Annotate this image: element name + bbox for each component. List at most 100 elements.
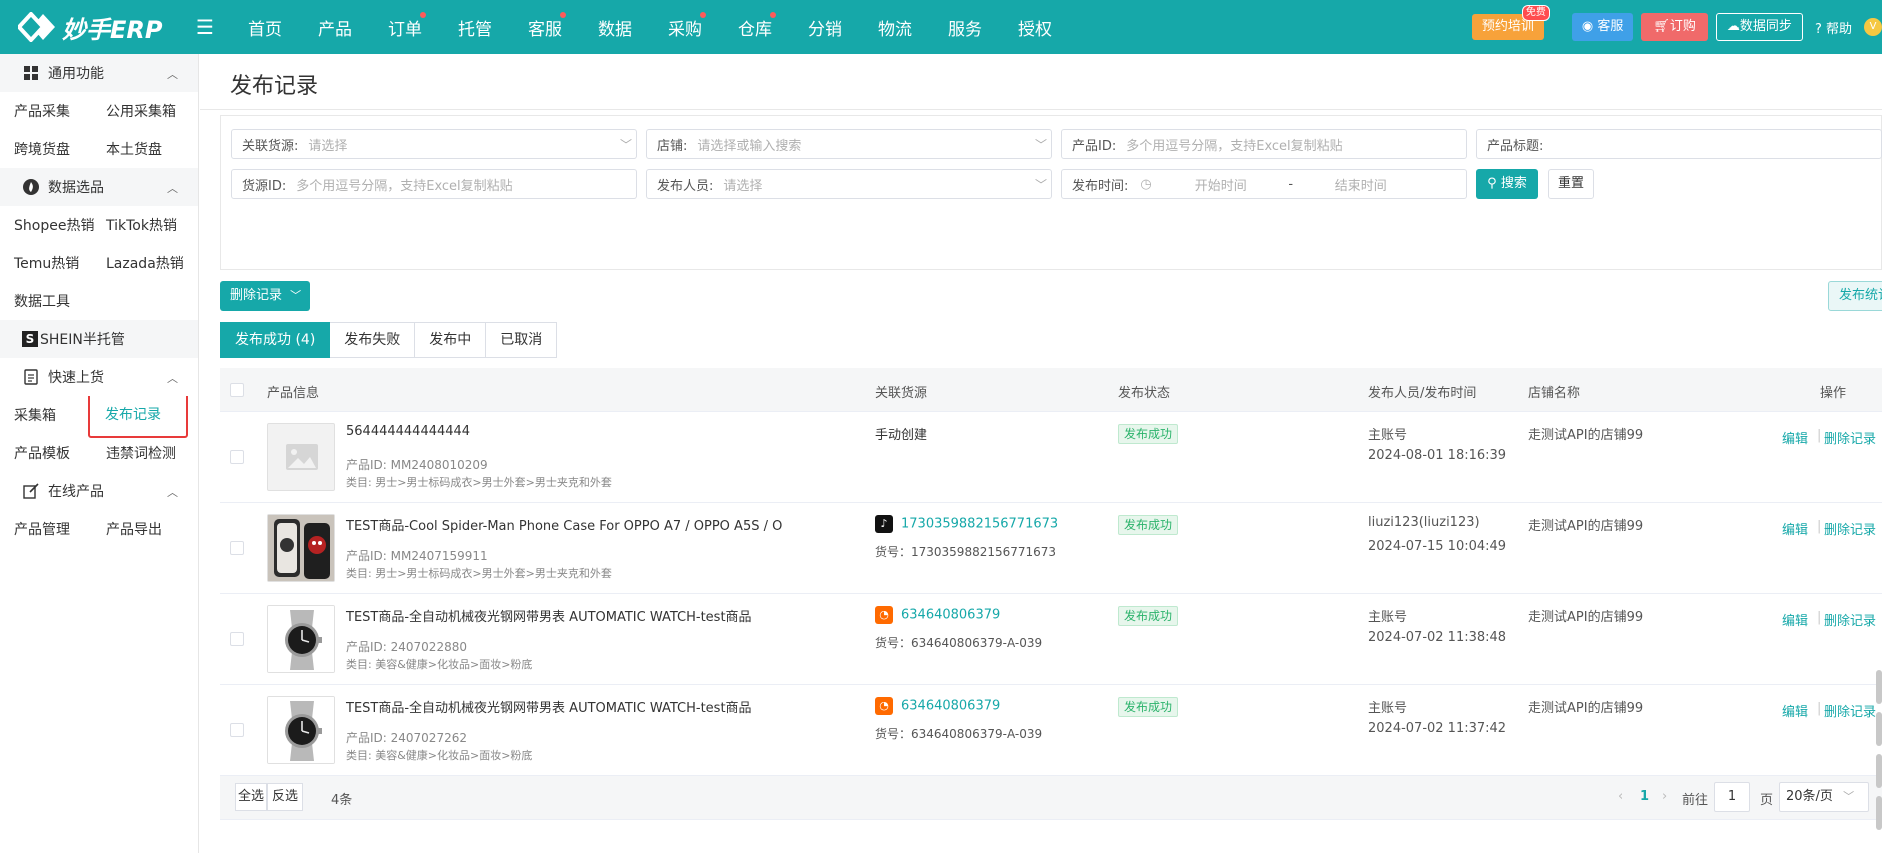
product-id-input[interactable]: 产品ID: 多个用逗号分隔，支持Excel复制粘贴 (1061, 129, 1467, 159)
field-placeholder: 请选择 (723, 178, 763, 194)
page-number-current[interactable]: 1 (1640, 789, 1649, 804)
end-time-input[interactable]: 结束时间 (1306, 175, 1416, 194)
nav-item-10[interactable]: 服务 (930, 15, 1000, 40)
product-name[interactable]: TEST商品-全自动机械夜光钢网带男表 AUTOMATIC WATCH-test… (346, 697, 752, 716)
help-link[interactable]: ? 帮助 (1815, 18, 1852, 37)
sidebar-item-product-export[interactable]: 产品导出 (92, 519, 184, 539)
order-button[interactable]: 🛒︎订购 (1641, 13, 1708, 41)
sidebar-item-public-collect-box[interactable]: 公用采集箱 (92, 101, 184, 121)
product-name[interactable]: TEST商品-全自动机械夜光钢网带男表 AUTOMATIC WATCH-test… (346, 606, 752, 625)
data-sync-button[interactable]: ☁数据同步 (1715, 13, 1803, 41)
edit-link[interactable]: 编辑 (1782, 610, 1808, 629)
nav-item-4[interactable]: 客服 (510, 11, 580, 40)
avatar[interactable]: V (1864, 18, 1882, 36)
select-all-button[interactable]: 全选 (235, 783, 267, 811)
source-link[interactable]: 634640806379 (901, 608, 1000, 623)
sidebar-item-product-management[interactable]: 产品管理 (0, 519, 92, 539)
tab-publish-success[interactable]: 发布成功 (4) (220, 322, 331, 358)
tab-publish-failed[interactable]: 发布失败 (330, 322, 416, 358)
prev-page-icon[interactable]: ‹ (1618, 789, 1623, 804)
nav-item-2[interactable]: 订单 (370, 11, 440, 40)
row-checkbox[interactable] (230, 632, 244, 646)
sidebar-item-collect-box[interactable]: 采集箱 (0, 405, 92, 425)
tab-cancelled[interactable]: 已取消 (486, 322, 558, 358)
sidebar-item-lazada-hot[interactable]: Lazada热销 (92, 253, 184, 273)
search-button[interactable]: ⚲ 搜索 (1476, 169, 1538, 199)
delete-record-link[interactable]: 删除记录 (1824, 701, 1876, 720)
sidebar-item-product-template[interactable]: 产品模板 (0, 443, 92, 463)
col-status: 发布状态 (1118, 386, 1171, 401)
scrollbar-thumb[interactable] (1876, 712, 1882, 746)
sidebar-item-publish-records[interactable]: 发布记录 (88, 392, 188, 438)
sidebar-group-quick-upload[interactable]: 快速上货 ︿ (0, 358, 198, 396)
source-id-input[interactable]: 货源ID: 多个用逗号分隔，支持Excel复制粘贴 (231, 169, 637, 199)
invert-selection-button[interactable]: 反选 (267, 783, 303, 811)
select-all-checkbox[interactable] (230, 383, 244, 397)
logo[interactable]: 妙手ERP (18, 10, 168, 45)
edit-link[interactable]: 编辑 (1782, 428, 1808, 447)
sidebar-group-online-products[interactable]: 在线产品 ︿ (0, 472, 198, 510)
menu-toggle-icon[interactable]: ☰ (194, 15, 216, 39)
edit-link[interactable]: 编辑 (1782, 519, 1808, 538)
customer-service-button[interactable]: ◉ 客服 (1571, 13, 1634, 41)
tab-publishing[interactable]: 发布中 (415, 322, 487, 358)
nav-item-9[interactable]: 物流 (860, 15, 930, 40)
nav-item-1[interactable]: 产品 (300, 15, 370, 40)
sidebar-item-temu-hot[interactable]: Temu热销 (0, 253, 92, 273)
reset-button[interactable]: 重置 (1548, 169, 1594, 199)
product-name[interactable]: 564444444444444 (346, 424, 470, 439)
sidebar-group-common[interactable]: 通用功能 ︿ (0, 54, 198, 92)
publish-time-range[interactable]: 发布时间: ◷ 开始时间 - 结束时间 (1061, 169, 1467, 199)
nav-item-3[interactable]: 托管 (440, 15, 510, 40)
scrollbar-thumb[interactable] (1876, 754, 1882, 788)
sidebar-item-tiktok-hot[interactable]: TikTok热销 (92, 215, 184, 235)
nav-item-5[interactable]: 数据 (580, 15, 650, 40)
row-checkbox[interactable] (230, 723, 244, 737)
search-label: 搜索 (1500, 176, 1527, 191)
product-title-input[interactable]: 产品标题: (1476, 129, 1882, 159)
scrollbar-thumb[interactable] (1876, 796, 1882, 830)
grid-icon (22, 64, 40, 82)
delete-record-link[interactable]: 删除记录 (1824, 428, 1876, 447)
nav-item-8[interactable]: 分销 (790, 15, 860, 40)
publish-stats-button[interactable]: 发布统计 (1828, 281, 1882, 311)
product-thumbnail[interactable] (267, 514, 335, 582)
sidebar-group-shein[interactable]: S SHEIN半托管 (0, 320, 198, 358)
next-page-icon[interactable]: › (1662, 789, 1667, 804)
source-select[interactable]: 关联货源: 请选择 ﹀ (231, 129, 637, 159)
sidebar-item-shopee-hot[interactable]: Shopee热销 (0, 215, 94, 235)
sidebar-item-crossborder-pallet[interactable]: 跨境货盘 (0, 139, 92, 159)
nav-item-7[interactable]: 仓库 (720, 11, 790, 40)
goto-page-input[interactable]: 1 (1714, 782, 1750, 812)
nav-item-6[interactable]: 采购 (650, 11, 720, 40)
delete-record-link[interactable]: 删除记录 (1824, 519, 1876, 538)
shop-select[interactable]: 店铺: 请选择或输入搜索 ﹀ (646, 129, 1052, 159)
delete-record-dropdown[interactable]: 删除记录 ﹀ (220, 281, 310, 311)
product-image-placeholder[interactable] (267, 423, 335, 491)
publish-time: 2024-07-15 10:04:49 (1368, 539, 1507, 554)
delete-record-link[interactable]: 删除记录 (1824, 610, 1876, 629)
product-thumbnail[interactable] (267, 696, 335, 764)
product-name[interactable]: TEST商品-Cool Spider-Man Phone Case For OP… (346, 515, 782, 534)
page-size-select[interactable]: 20条/页 ﹀ (1779, 782, 1869, 812)
sidebar-item-product-collect[interactable]: 产品采集 (0, 101, 92, 121)
chevron-up-icon: ︿ (167, 486, 178, 499)
sidebar-item-data-tools[interactable]: 数据工具 (0, 291, 92, 311)
edit-link[interactable]: 编辑 (1782, 701, 1808, 720)
row-checkbox[interactable] (230, 541, 244, 555)
source-link[interactable]: 634640806379 (901, 699, 1000, 714)
nav-item-11[interactable]: 授权 (1000, 15, 1070, 40)
start-time-input[interactable]: 开始时间 (1166, 175, 1276, 194)
source-link[interactable]: 1730359882156771673 (901, 517, 1058, 532)
training-button[interactable]: 预约培训 免费 (1471, 5, 1550, 40)
publisher-select[interactable]: 发布人员: 请选择 ﹀ (646, 169, 1052, 199)
sidebar-item-banned-words[interactable]: 违禁词检测 (92, 443, 184, 463)
action-separator: | (1817, 701, 1822, 716)
sidebar-group-data-selection[interactable]: 数据选品 ︿ (0, 168, 198, 206)
product-thumbnail[interactable] (267, 605, 335, 673)
sidebar-item-local-pallet[interactable]: 本土货盘 (92, 139, 184, 159)
shop-name: 走测试API的店铺99 (1528, 701, 1644, 716)
row-checkbox[interactable] (230, 450, 244, 464)
scrollbar-thumb[interactable] (1876, 670, 1882, 704)
nav-item-0[interactable]: 首页 (230, 15, 300, 40)
